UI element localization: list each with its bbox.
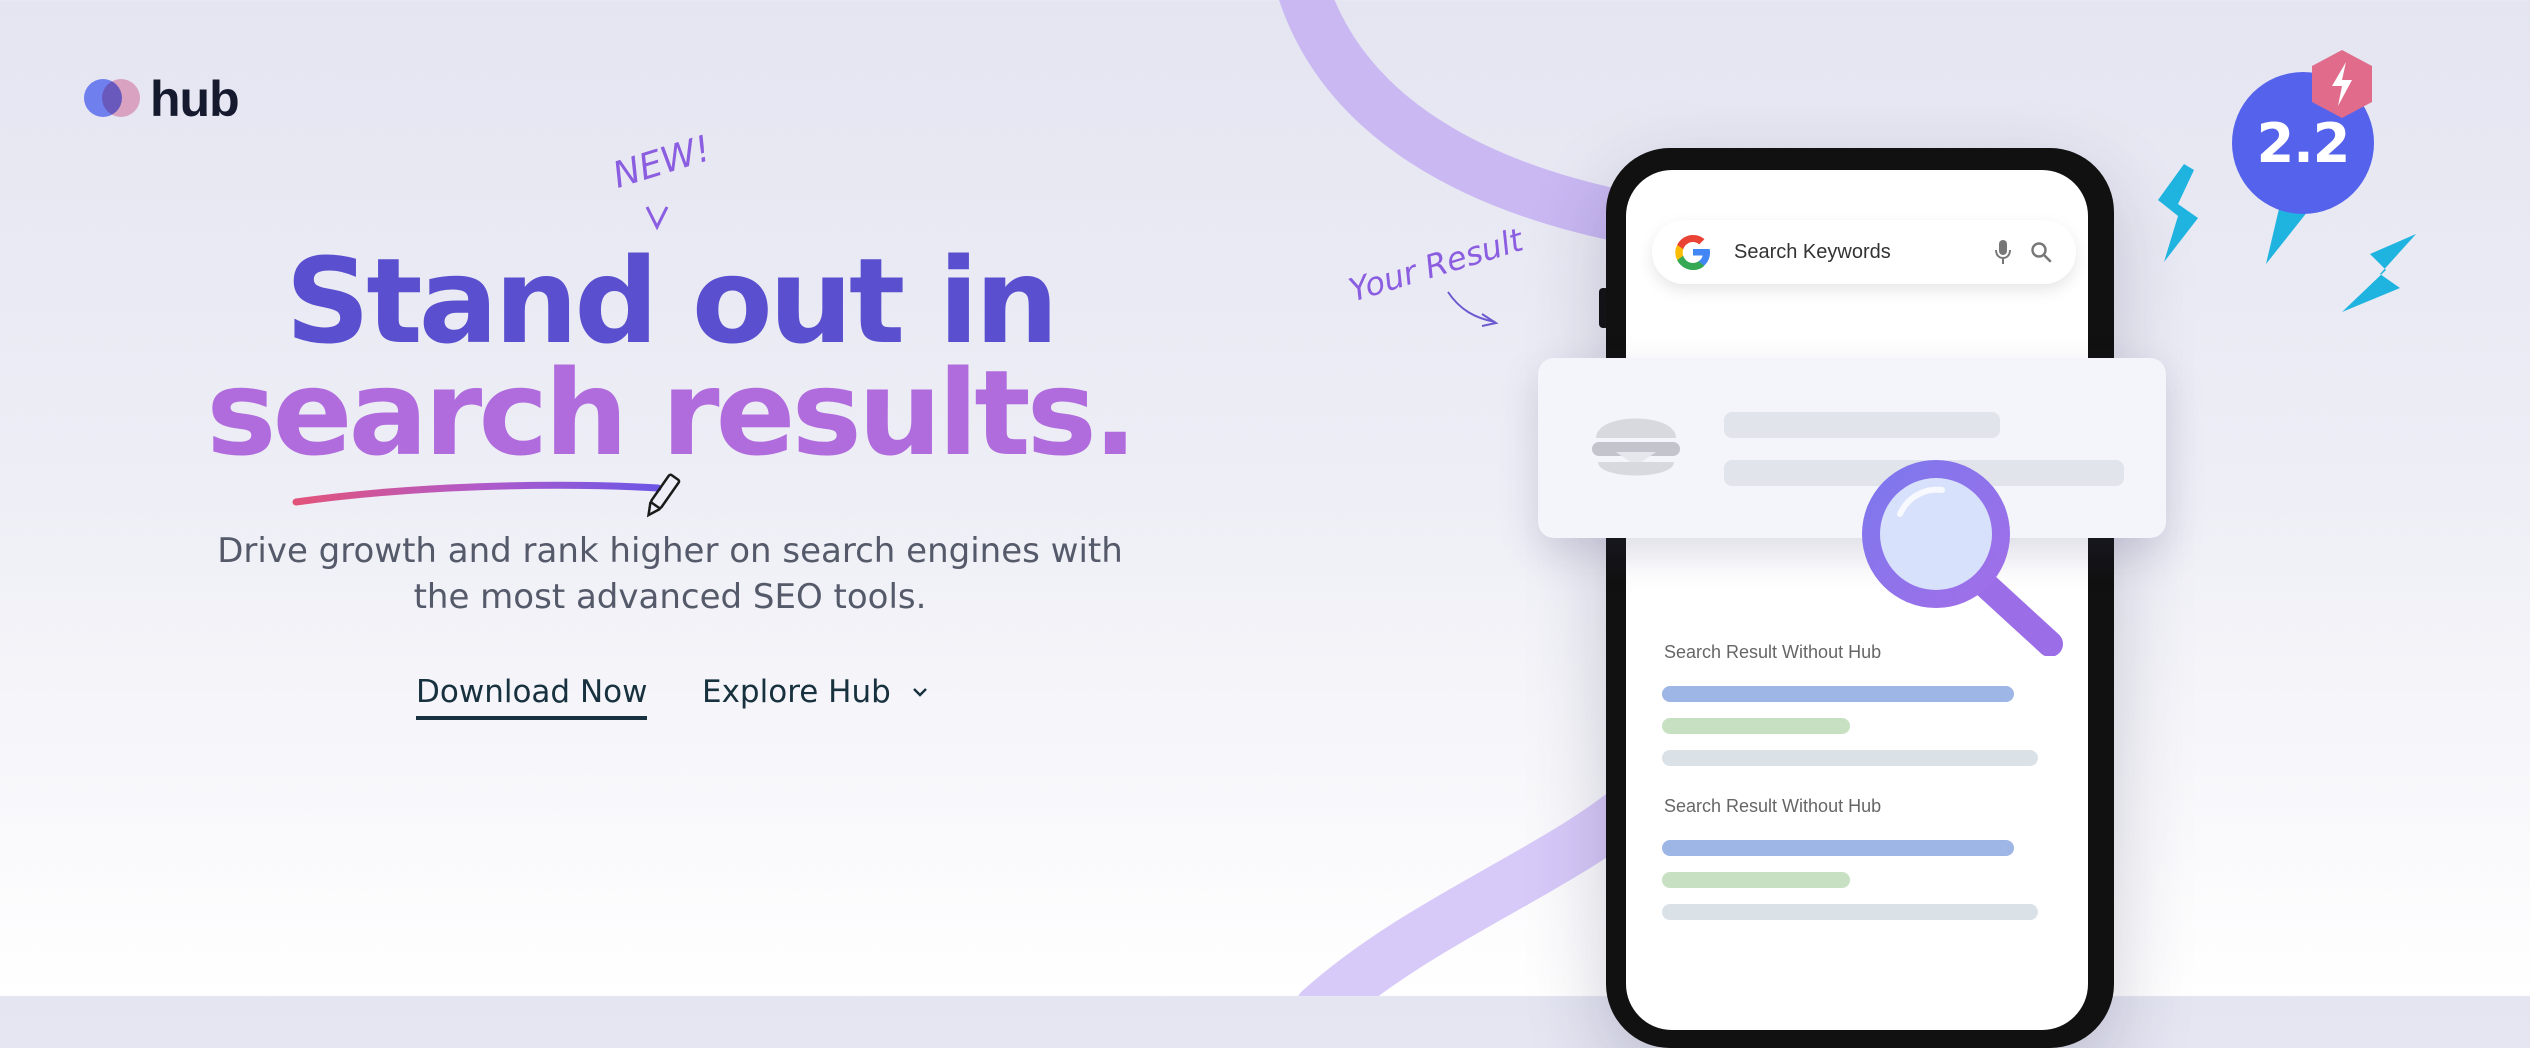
result-1-url-bar	[1662, 718, 1850, 734]
subtitle-line-2: the most advanced SEO tools.	[413, 577, 927, 617]
logo-dots-icon	[84, 79, 140, 119]
burger-icon	[1592, 418, 1680, 476]
lightning-icon	[2158, 164, 2198, 262]
result-1-title-bar	[1662, 686, 2014, 702]
brand-name: hub	[150, 71, 240, 127]
explore-hub-label: Explore Hub	[702, 674, 891, 710]
search-input[interactable]: Search Keywords	[1734, 241, 1994, 264]
result-1-text-bar	[1662, 750, 2038, 766]
result-2-url-bar	[1662, 872, 1850, 888]
chevron-down-icon	[912, 688, 927, 697]
explore-hub-dropdown[interactable]: Explore Hub	[702, 674, 929, 710]
hero-headline: Stand out in search results.	[170, 232, 1170, 482]
headline-line-2: search results.	[206, 344, 1138, 482]
result-2-text-bar	[1662, 904, 2038, 920]
lightning-badge	[2312, 50, 2372, 118]
google-g-icon	[1675, 235, 1710, 270]
magnifier-icon	[1862, 460, 2063, 656]
download-now-label: Download Now	[416, 674, 648, 720]
microphone-icon[interactable]	[1994, 239, 2012, 265]
search-icon[interactable]	[2030, 241, 2052, 263]
lightning-icon	[2342, 234, 2416, 312]
search-bar[interactable]: Search Keywords	[1652, 220, 2076, 284]
pencil-icon	[646, 473, 681, 518]
headline-underline	[292, 473, 681, 518]
subtitle-line-1: Drive growth and rank higher on search e…	[217, 531, 1123, 571]
download-now-link[interactable]: Download Now	[416, 674, 648, 720]
card-title-placeholder	[1724, 412, 2000, 438]
result-label-1: Search Result Without Hub	[1664, 642, 1882, 662]
brand-logo[interactable]: hub	[84, 70, 240, 128]
caret-icon	[645, 206, 669, 231]
result-2-title-bar	[1662, 840, 2014, 856]
result-label-2: Search Result Without Hub	[1664, 796, 1882, 816]
headline-line-1: Stand out in	[285, 232, 1059, 370]
hero-subtitle: Drive growth and rank higher on search e…	[160, 528, 1180, 620]
